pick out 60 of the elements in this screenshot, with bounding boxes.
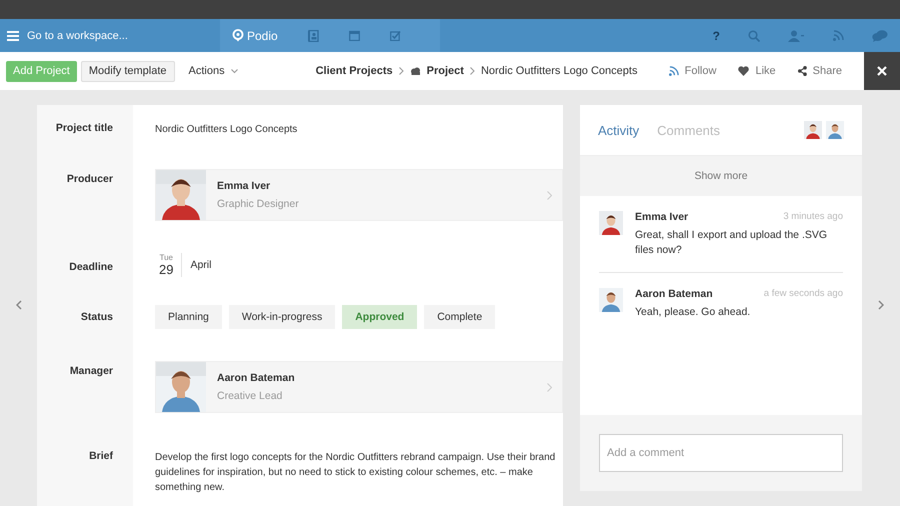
caret-icon (230, 68, 238, 74)
chevron-icon (398, 67, 404, 75)
field-label: Manager (70, 365, 113, 377)
month: April (189, 259, 212, 271)
modify-template-button[interactable]: Modify template (80, 60, 175, 82)
contact-name: Aaron Bateman (217, 372, 295, 384)
workspace-switcher[interactable]: Go to a workspace... (27, 30, 128, 42)
calendar-icon[interactable] (348, 30, 360, 41)
pin-icon (232, 29, 244, 42)
panel-tab[interactable]: Activity (598, 122, 640, 138)
contact-card[interactable]: Aaron Bateman Creative Lead (155, 361, 563, 413)
comment-text: Great, shall I export and upload the .SVG files now? (635, 228, 828, 258)
user-icon[interactable] (788, 30, 805, 42)
field-label: Deadline (69, 261, 113, 273)
cloud-icon (410, 67, 421, 75)
breadcrumb-link[interactable]: Client Projects (316, 65, 393, 77)
comment-field[interactable]: Add a comment (599, 434, 843, 472)
follow-button[interactable]: Follow (668, 65, 716, 77)
share-button[interactable]: Share (798, 65, 842, 77)
field-value: Nordic Outfitters Logo Concepts (155, 123, 298, 137)
home-link[interactable]: Podio (232, 28, 278, 42)
close-icon (877, 66, 887, 76)
chevron-icon (547, 190, 552, 200)
field-label: Producer (66, 173, 113, 185)
breadcrumb-link[interactable]: Project (426, 65, 464, 77)
contacts-icon[interactable] (308, 30, 319, 42)
status-option[interactable]: Planning (155, 305, 222, 329)
contact-card[interactable]: Emma Iver Graphic Designer (155, 169, 563, 221)
like-button[interactable]: Like (738, 65, 776, 77)
heart-icon (738, 66, 750, 76)
status-option[interactable]: Approved (342, 305, 418, 329)
show-more-button[interactable]: Show more (580, 156, 862, 196)
contact-role: Graphic Designer (217, 198, 299, 210)
feed-icon[interactable] (833, 30, 844, 41)
close-button[interactable] (864, 52, 900, 90)
status-option[interactable]: Complete (424, 305, 496, 329)
weekday: Tue (159, 253, 173, 262)
field-value: Develop the first logo concepts for the Nordic Outfitters rebrand campaign. Use their brand guidelines for inspiration, but no need to stick to existing colour schemes, etc. – make something new. (155, 451, 556, 495)
comment-time: 3 minutes ago (783, 211, 843, 223)
status-option[interactable]: Work-in-progress (228, 305, 336, 329)
comment-author: Aaron Bateman (635, 288, 713, 300)
comment-text: Yeah, please. Go ahead. (635, 305, 752, 320)
chevron-icon (470, 67, 475, 75)
chat-icon[interactable] (872, 30, 888, 42)
comment-time: a few seconds ago (764, 288, 843, 300)
field-label: Status (80, 311, 113, 323)
share-icon (798, 66, 807, 76)
feed-icon (668, 66, 679, 76)
contact-role: Creative Lead (217, 390, 284, 402)
help-button[interactable]: ? (712, 28, 720, 42)
chevron-icon (547, 382, 552, 392)
day-number: 29 (159, 262, 174, 277)
checkbox-icon[interactable] (390, 30, 401, 41)
comment-author: Emma Iver (635, 211, 688, 223)
field-label: Project title (56, 122, 113, 134)
contact-name: Emma Iver (217, 180, 272, 192)
field-label: Brief (89, 450, 113, 462)
actions-dropdown[interactable]: Actions (188, 65, 238, 77)
menu-icon[interactable] (7, 30, 19, 40)
search-icon[interactable] (748, 30, 760, 42)
